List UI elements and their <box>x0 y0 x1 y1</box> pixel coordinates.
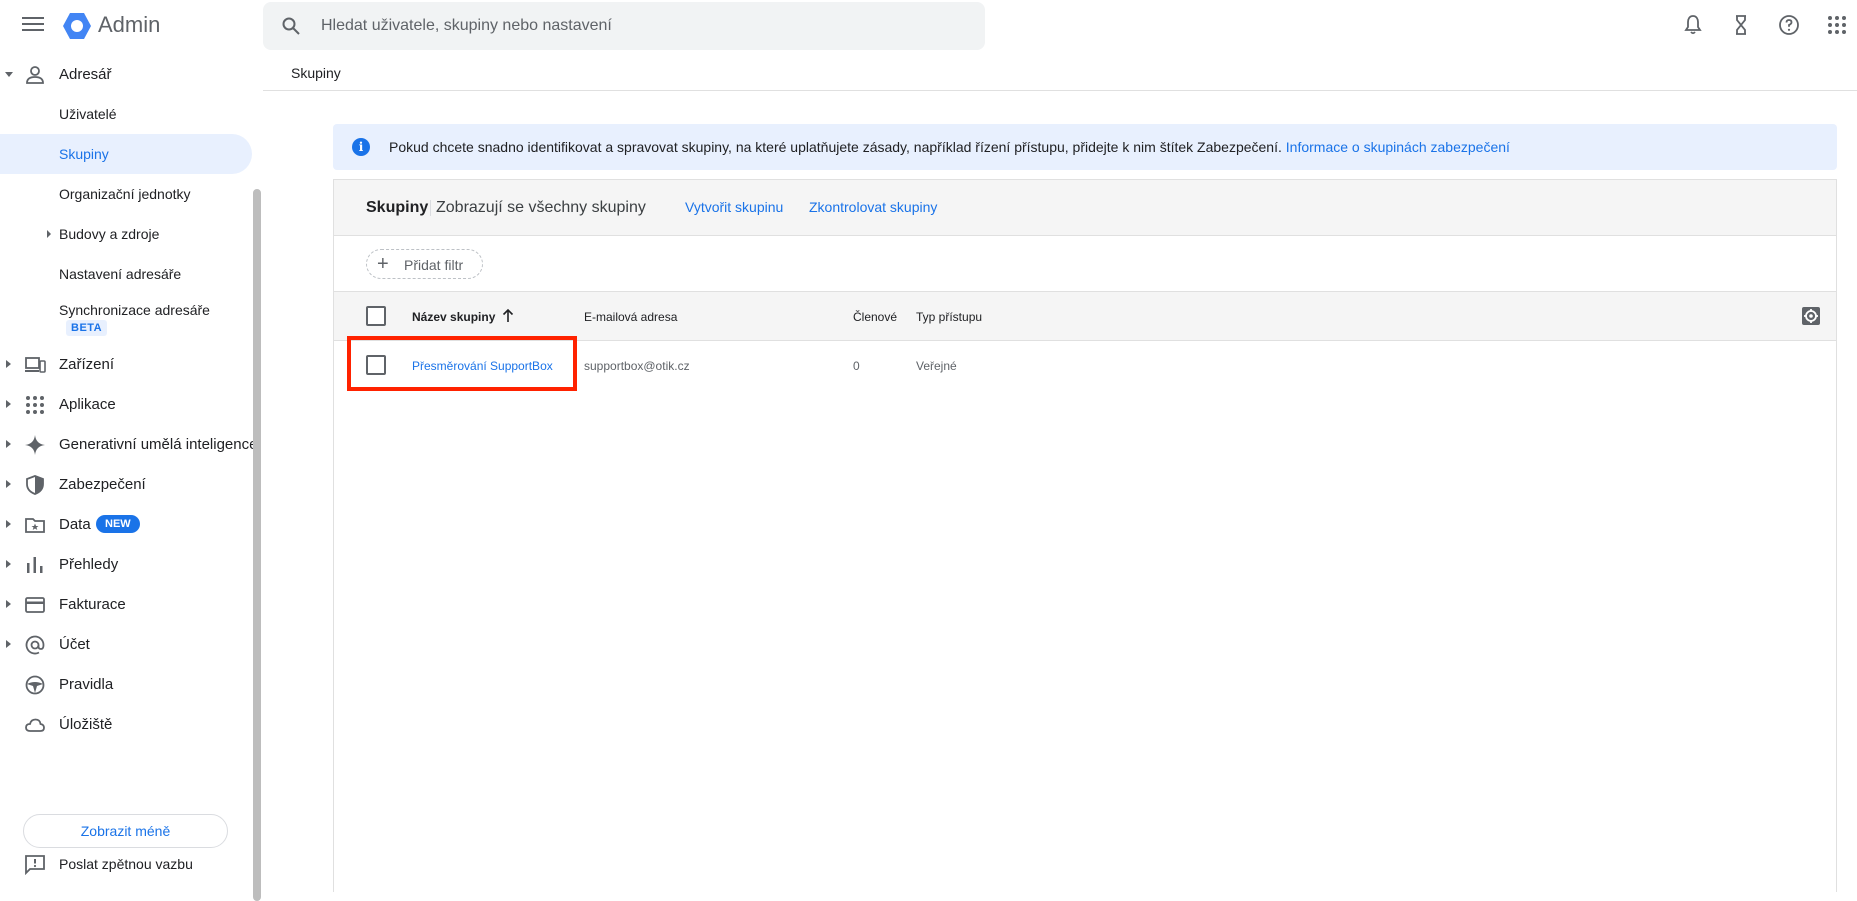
security-groups-info-link[interactable]: Informace o skupinách zabezpečení <box>1286 139 1510 155</box>
collapsed-arrow-icon <box>6 640 11 648</box>
sidebar-item-directory-settings[interactable]: Nastavení adresáře <box>0 254 252 294</box>
title-separator <box>430 200 431 216</box>
create-group-link[interactable]: Vytvořit skupinu <box>685 199 783 215</box>
review-groups-link[interactable]: Zkontrolovat skupiny <box>809 199 937 215</box>
sidebar-item-billing[interactable]: Fakturace <box>0 584 255 624</box>
sidebar-item-adresar[interactable]: Adresář <box>0 54 255 94</box>
table-header: Název skupiny E-mailová adresa Členové T… <box>334 292 1836 341</box>
sidebar-item-storage[interactable]: Úložiště <box>0 704 255 744</box>
sparkle-icon <box>25 435 45 455</box>
panel-title: Skupiny <box>366 199 429 216</box>
sidebar-item-users[interactable]: Uživatelé <box>0 94 252 134</box>
devices-icon <box>25 357 46 373</box>
feedback-icon <box>25 855 45 875</box>
admin-logo-icon <box>63 13 91 39</box>
show-less-button[interactable]: Zobrazit méně <box>23 814 228 848</box>
gear-icon[interactable] <box>1800 305 1822 327</box>
row-checkbox[interactable] <box>366 355 386 375</box>
sidebar-item-org-units[interactable]: Organizační jednotky <box>0 174 252 214</box>
group-email: supportbox@otik.cz <box>584 359 690 373</box>
search-icon <box>282 17 300 35</box>
security-groups-info-banner: i Pokud chcete snadno identifikovat a sp… <box>333 124 1837 170</box>
expanded-arrow-icon <box>5 72 13 77</box>
banner-text: Pokud chcete snadno identifikovat a spra… <box>389 139 1510 155</box>
sidebar-item-buildings[interactable]: Budovy a zdroje <box>0 214 252 254</box>
search-bar[interactable]: Hledat uživatele, skupiny nebo nastavení <box>263 2 985 50</box>
plus-icon: + <box>377 253 389 275</box>
sidebar-item-data[interactable]: Data NEW <box>0 504 255 544</box>
group-access-type: Veřejné <box>916 359 957 373</box>
collapsed-arrow-icon <box>47 230 51 238</box>
beta-badge: BETA <box>66 320 108 336</box>
column-header-access[interactable]: Typ přístupu <box>916 310 982 324</box>
shield-icon <box>26 475 44 495</box>
sidebar-item-reports[interactable]: Přehledy <box>0 544 255 584</box>
cloud-icon <box>25 718 45 732</box>
panel-header: Skupiny Zobrazují se všechny skupiny Vyt… <box>334 180 1836 236</box>
steering-wheel-icon <box>25 675 45 695</box>
sidebar-item-devices[interactable]: Zařízení <box>0 344 255 384</box>
credit-card-icon <box>25 597 45 613</box>
collapsed-arrow-icon <box>6 520 11 528</box>
sidebar-item-groups[interactable]: Skupiny <box>0 134 252 174</box>
table-row[interactable]: Přesměrování SupportBox supportbox@otik.… <box>334 341 1836 390</box>
add-filter-button[interactable]: + Přidat filtr <box>366 249 483 279</box>
bar-chart-icon <box>27 557 43 573</box>
at-sign-icon <box>25 635 45 655</box>
collapsed-arrow-icon <box>6 360 11 368</box>
sidebar-item-rules[interactable]: Pravidla <box>0 664 255 704</box>
main-menu-icon[interactable] <box>22 14 44 34</box>
app-title: Admin <box>98 12 161 37</box>
sidebar-item-directory-sync[interactable]: Synchronizace adresáře <box>0 294 252 342</box>
collapsed-arrow-icon <box>6 600 11 608</box>
notifications-bell-icon[interactable] <box>1681 13 1705 37</box>
top-bar: Admin Hledat uživatele, skupiny nebo nas… <box>0 0 1857 50</box>
search-input[interactable]: Hledat uživatele, skupiny nebo nastavení <box>321 17 612 35</box>
groups-panel: Skupiny Zobrazují se všechny skupiny Vyt… <box>333 179 1837 892</box>
column-header-name[interactable]: Název skupiny <box>412 310 495 324</box>
collapsed-arrow-icon <box>6 400 11 408</box>
collapsed-arrow-icon <box>6 480 11 488</box>
sidebar-item-gen-ai[interactable]: Generativní umělá inteligence <box>0 424 257 464</box>
sidebar-scrollbar[interactable] <box>253 189 261 901</box>
group-name-link[interactable]: Přesměrování SupportBox <box>412 359 553 373</box>
new-badge: NEW <box>96 515 140 533</box>
send-feedback-button[interactable]: Poslat zpětnou vazbu <box>0 847 255 887</box>
select-all-checkbox[interactable] <box>366 306 386 326</box>
apps-grid-icon[interactable] <box>1825 13 1849 37</box>
group-members-count: 0 <box>853 359 860 373</box>
breadcrumb: Skupiny <box>263 54 1857 91</box>
sidebar: Adresář Uživatelé Skupiny Organizační je… <box>0 54 263 901</box>
apps-grid-icon <box>26 396 44 414</box>
column-header-members[interactable]: Členové <box>853 310 897 324</box>
sidebar-item-apps[interactable]: Aplikace <box>0 384 255 424</box>
help-icon[interactable] <box>1777 13 1801 37</box>
sidebar-item-security[interactable]: Zabezpečení <box>0 464 255 504</box>
person-icon <box>26 66 44 84</box>
collapsed-arrow-icon <box>6 440 11 448</box>
sidebar-item-account[interactable]: Účet <box>0 624 255 664</box>
info-icon: i <box>352 138 370 156</box>
collapsed-arrow-icon <box>6 560 11 568</box>
folder-star-icon <box>25 518 45 533</box>
breadcrumb-current: Skupiny <box>291 65 341 81</box>
sort-ascending-arrow-icon[interactable] <box>502 307 514 323</box>
filter-row: + Přidat filtr <box>334 236 1836 292</box>
column-header-email[interactable]: E-mailová adresa <box>584 310 677 324</box>
tasks-hourglass-icon[interactable] <box>1729 13 1753 37</box>
panel-subtitle: Zobrazují se všechny skupiny <box>436 199 646 216</box>
